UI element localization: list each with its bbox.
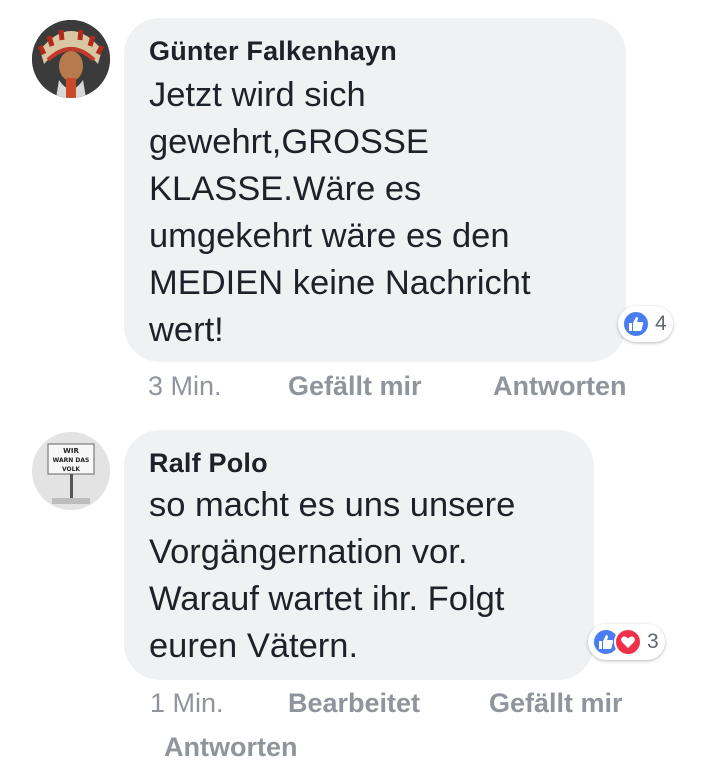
avatar-image: WIR WARN DAS VOLK xyxy=(32,432,110,510)
comment-text-line: gewehrt,GROSSE xyxy=(149,123,429,161)
comment-bubble[interactable]: Ralf Polo so macht es uns unsere Vorgäng… xyxy=(124,430,594,680)
comment-text-line: euren Vätern. xyxy=(149,627,359,665)
comment-text-line: MEDIEN keine Nachricht xyxy=(149,264,531,302)
comment-text: so macht es uns unsere Vorgängernation v… xyxy=(149,482,515,670)
reaction-summary[interactable]: 4 xyxy=(618,306,673,342)
comment-text-line: so macht es uns unsere xyxy=(149,486,516,524)
comment-text-line: umgekehrt wäre es den xyxy=(149,217,510,255)
like-button[interactable]: Gefällt mir xyxy=(489,688,623,719)
reply-button[interactable]: Antworten xyxy=(164,732,297,763)
comment-author[interactable]: Günter Falkenhayn xyxy=(149,36,397,67)
comment-text-line: Warauf wartet ihr. Folgt xyxy=(149,580,505,618)
comment-text-line: wert! xyxy=(149,311,224,349)
comment-timestamp[interactable]: 1 Min. xyxy=(150,688,224,719)
reaction-count: 4 xyxy=(655,312,667,335)
like-icon xyxy=(622,310,650,338)
avatar-image xyxy=(32,20,110,98)
reaction-count: 3 xyxy=(647,630,659,653)
love-icon xyxy=(614,628,642,656)
comment-text: Jetzt wird sich gewehrt,GROSSE KLASSE.Wä… xyxy=(149,72,531,354)
reaction-summary[interactable]: 3 xyxy=(588,624,665,660)
comment: WIR WARN DAS VOLK Ralf Polo so macht es … xyxy=(0,410,719,779)
comment-text-line: Vorgängernation vor. xyxy=(149,533,468,571)
avatar-sign-line: WARN DAS xyxy=(53,457,90,464)
reply-button[interactable]: Antworten xyxy=(493,371,626,402)
like-button[interactable]: Gefällt mir xyxy=(288,371,422,402)
avatar-sign-line: VOLK xyxy=(62,466,80,473)
avatar[interactable]: WIR WARN DAS VOLK xyxy=(32,432,110,510)
comment: Günter Falkenhayn Jetzt wird sich gewehr… xyxy=(0,0,719,410)
comment-author[interactable]: Ralf Polo xyxy=(149,448,268,479)
avatar-sign-line: WIR xyxy=(63,447,79,455)
avatar[interactable] xyxy=(32,20,110,98)
comment-bubble[interactable]: Günter Falkenhayn Jetzt wird sich gewehr… xyxy=(124,18,626,362)
edited-label[interactable]: Bearbeitet xyxy=(288,688,420,719)
comment-timestamp[interactable]: 3 Min. xyxy=(148,371,222,402)
comment-text-line: Jetzt wird sich xyxy=(149,76,366,114)
comment-text-line: KLASSE.Wäre es xyxy=(149,170,422,208)
